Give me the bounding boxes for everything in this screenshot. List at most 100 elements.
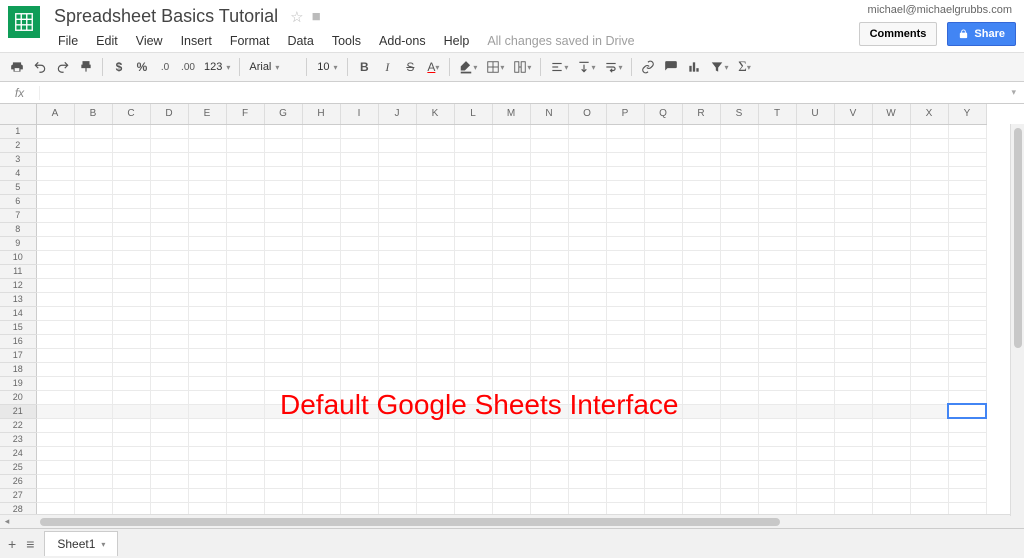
cell[interactable]: [340, 376, 378, 390]
cell[interactable]: [492, 180, 530, 194]
cell[interactable]: [758, 278, 796, 292]
cell[interactable]: [796, 278, 834, 292]
cell[interactable]: [682, 362, 720, 376]
cell[interactable]: [948, 474, 986, 488]
row-header[interactable]: 4: [0, 166, 36, 180]
cell[interactable]: [720, 138, 758, 152]
cell[interactable]: [74, 250, 112, 264]
cell[interactable]: [264, 432, 302, 446]
cell[interactable]: [530, 362, 568, 376]
cell[interactable]: [834, 166, 872, 180]
cell[interactable]: [74, 488, 112, 502]
cell[interactable]: [188, 376, 226, 390]
cell[interactable]: [758, 264, 796, 278]
cell[interactable]: [568, 166, 606, 180]
add-sheet-button[interactable]: +: [8, 536, 16, 552]
cell[interactable]: [796, 390, 834, 404]
cell[interactable]: [36, 236, 74, 250]
cell[interactable]: [758, 208, 796, 222]
cell[interactable]: [796, 418, 834, 432]
cell[interactable]: [948, 376, 986, 390]
cell[interactable]: [416, 418, 454, 432]
folder-icon[interactable]: ■: [312, 8, 321, 25]
cell[interactable]: [796, 264, 834, 278]
cell[interactable]: [340, 250, 378, 264]
cell[interactable]: [948, 250, 986, 264]
cell[interactable]: [36, 306, 74, 320]
cell[interactable]: [378, 460, 416, 474]
column-header[interactable]: R: [682, 104, 720, 124]
cell[interactable]: [910, 502, 948, 514]
cell[interactable]: [644, 264, 682, 278]
cell[interactable]: [264, 376, 302, 390]
cell[interactable]: [188, 362, 226, 376]
cell[interactable]: [340, 222, 378, 236]
cell[interactable]: [454, 138, 492, 152]
cell[interactable]: [644, 166, 682, 180]
cell[interactable]: [720, 250, 758, 264]
cell[interactable]: [682, 208, 720, 222]
cell[interactable]: [340, 306, 378, 320]
cell[interactable]: [264, 334, 302, 348]
redo-button[interactable]: [52, 55, 74, 79]
cell[interactable]: [74, 474, 112, 488]
cell[interactable]: [188, 166, 226, 180]
cell[interactable]: [606, 208, 644, 222]
cell[interactable]: [720, 264, 758, 278]
cell[interactable]: [416, 488, 454, 502]
cell[interactable]: [416, 208, 454, 222]
cell[interactable]: [758, 460, 796, 474]
cell[interactable]: [492, 474, 530, 488]
row-header[interactable]: 9: [0, 236, 36, 250]
cell[interactable]: [302, 390, 340, 404]
cell[interactable]: [302, 348, 340, 362]
cell[interactable]: [492, 124, 530, 138]
cell[interactable]: [36, 376, 74, 390]
cell[interactable]: [758, 138, 796, 152]
cell[interactable]: [872, 432, 910, 446]
cell[interactable]: [188, 446, 226, 460]
undo-button[interactable]: [29, 55, 51, 79]
cell[interactable]: [796, 292, 834, 306]
cell[interactable]: [530, 460, 568, 474]
cell[interactable]: [188, 348, 226, 362]
cell[interactable]: [378, 208, 416, 222]
cell[interactable]: [302, 278, 340, 292]
cell[interactable]: [644, 124, 682, 138]
cell[interactable]: [872, 348, 910, 362]
cell[interactable]: [150, 194, 188, 208]
cell[interactable]: [150, 180, 188, 194]
cell[interactable]: [302, 446, 340, 460]
cell[interactable]: [796, 222, 834, 236]
cell[interactable]: [568, 404, 606, 418]
cell[interactable]: [150, 138, 188, 152]
cell[interactable]: [112, 194, 150, 208]
cell[interactable]: [226, 194, 264, 208]
cell[interactable]: [36, 152, 74, 166]
cell[interactable]: [948, 166, 986, 180]
cell[interactable]: [264, 460, 302, 474]
cell[interactable]: [910, 292, 948, 306]
cell[interactable]: [910, 180, 948, 194]
cell[interactable]: [568, 180, 606, 194]
cell[interactable]: [36, 460, 74, 474]
cell[interactable]: [872, 250, 910, 264]
cell[interactable]: [378, 264, 416, 278]
cell[interactable]: [606, 138, 644, 152]
cell[interactable]: [872, 474, 910, 488]
cell[interactable]: [492, 208, 530, 222]
cell[interactable]: [188, 236, 226, 250]
cell[interactable]: [150, 376, 188, 390]
cell[interactable]: [416, 348, 454, 362]
cell[interactable]: [378, 418, 416, 432]
cell[interactable]: [112, 138, 150, 152]
cell[interactable]: [74, 432, 112, 446]
cell[interactable]: [454, 418, 492, 432]
cell[interactable]: [872, 208, 910, 222]
cell[interactable]: [948, 390, 986, 404]
cell[interactable]: [340, 348, 378, 362]
cell[interactable]: [378, 124, 416, 138]
cell[interactable]: [112, 208, 150, 222]
menu-add-ons[interactable]: Add-ons: [371, 31, 434, 51]
cell[interactable]: [834, 292, 872, 306]
